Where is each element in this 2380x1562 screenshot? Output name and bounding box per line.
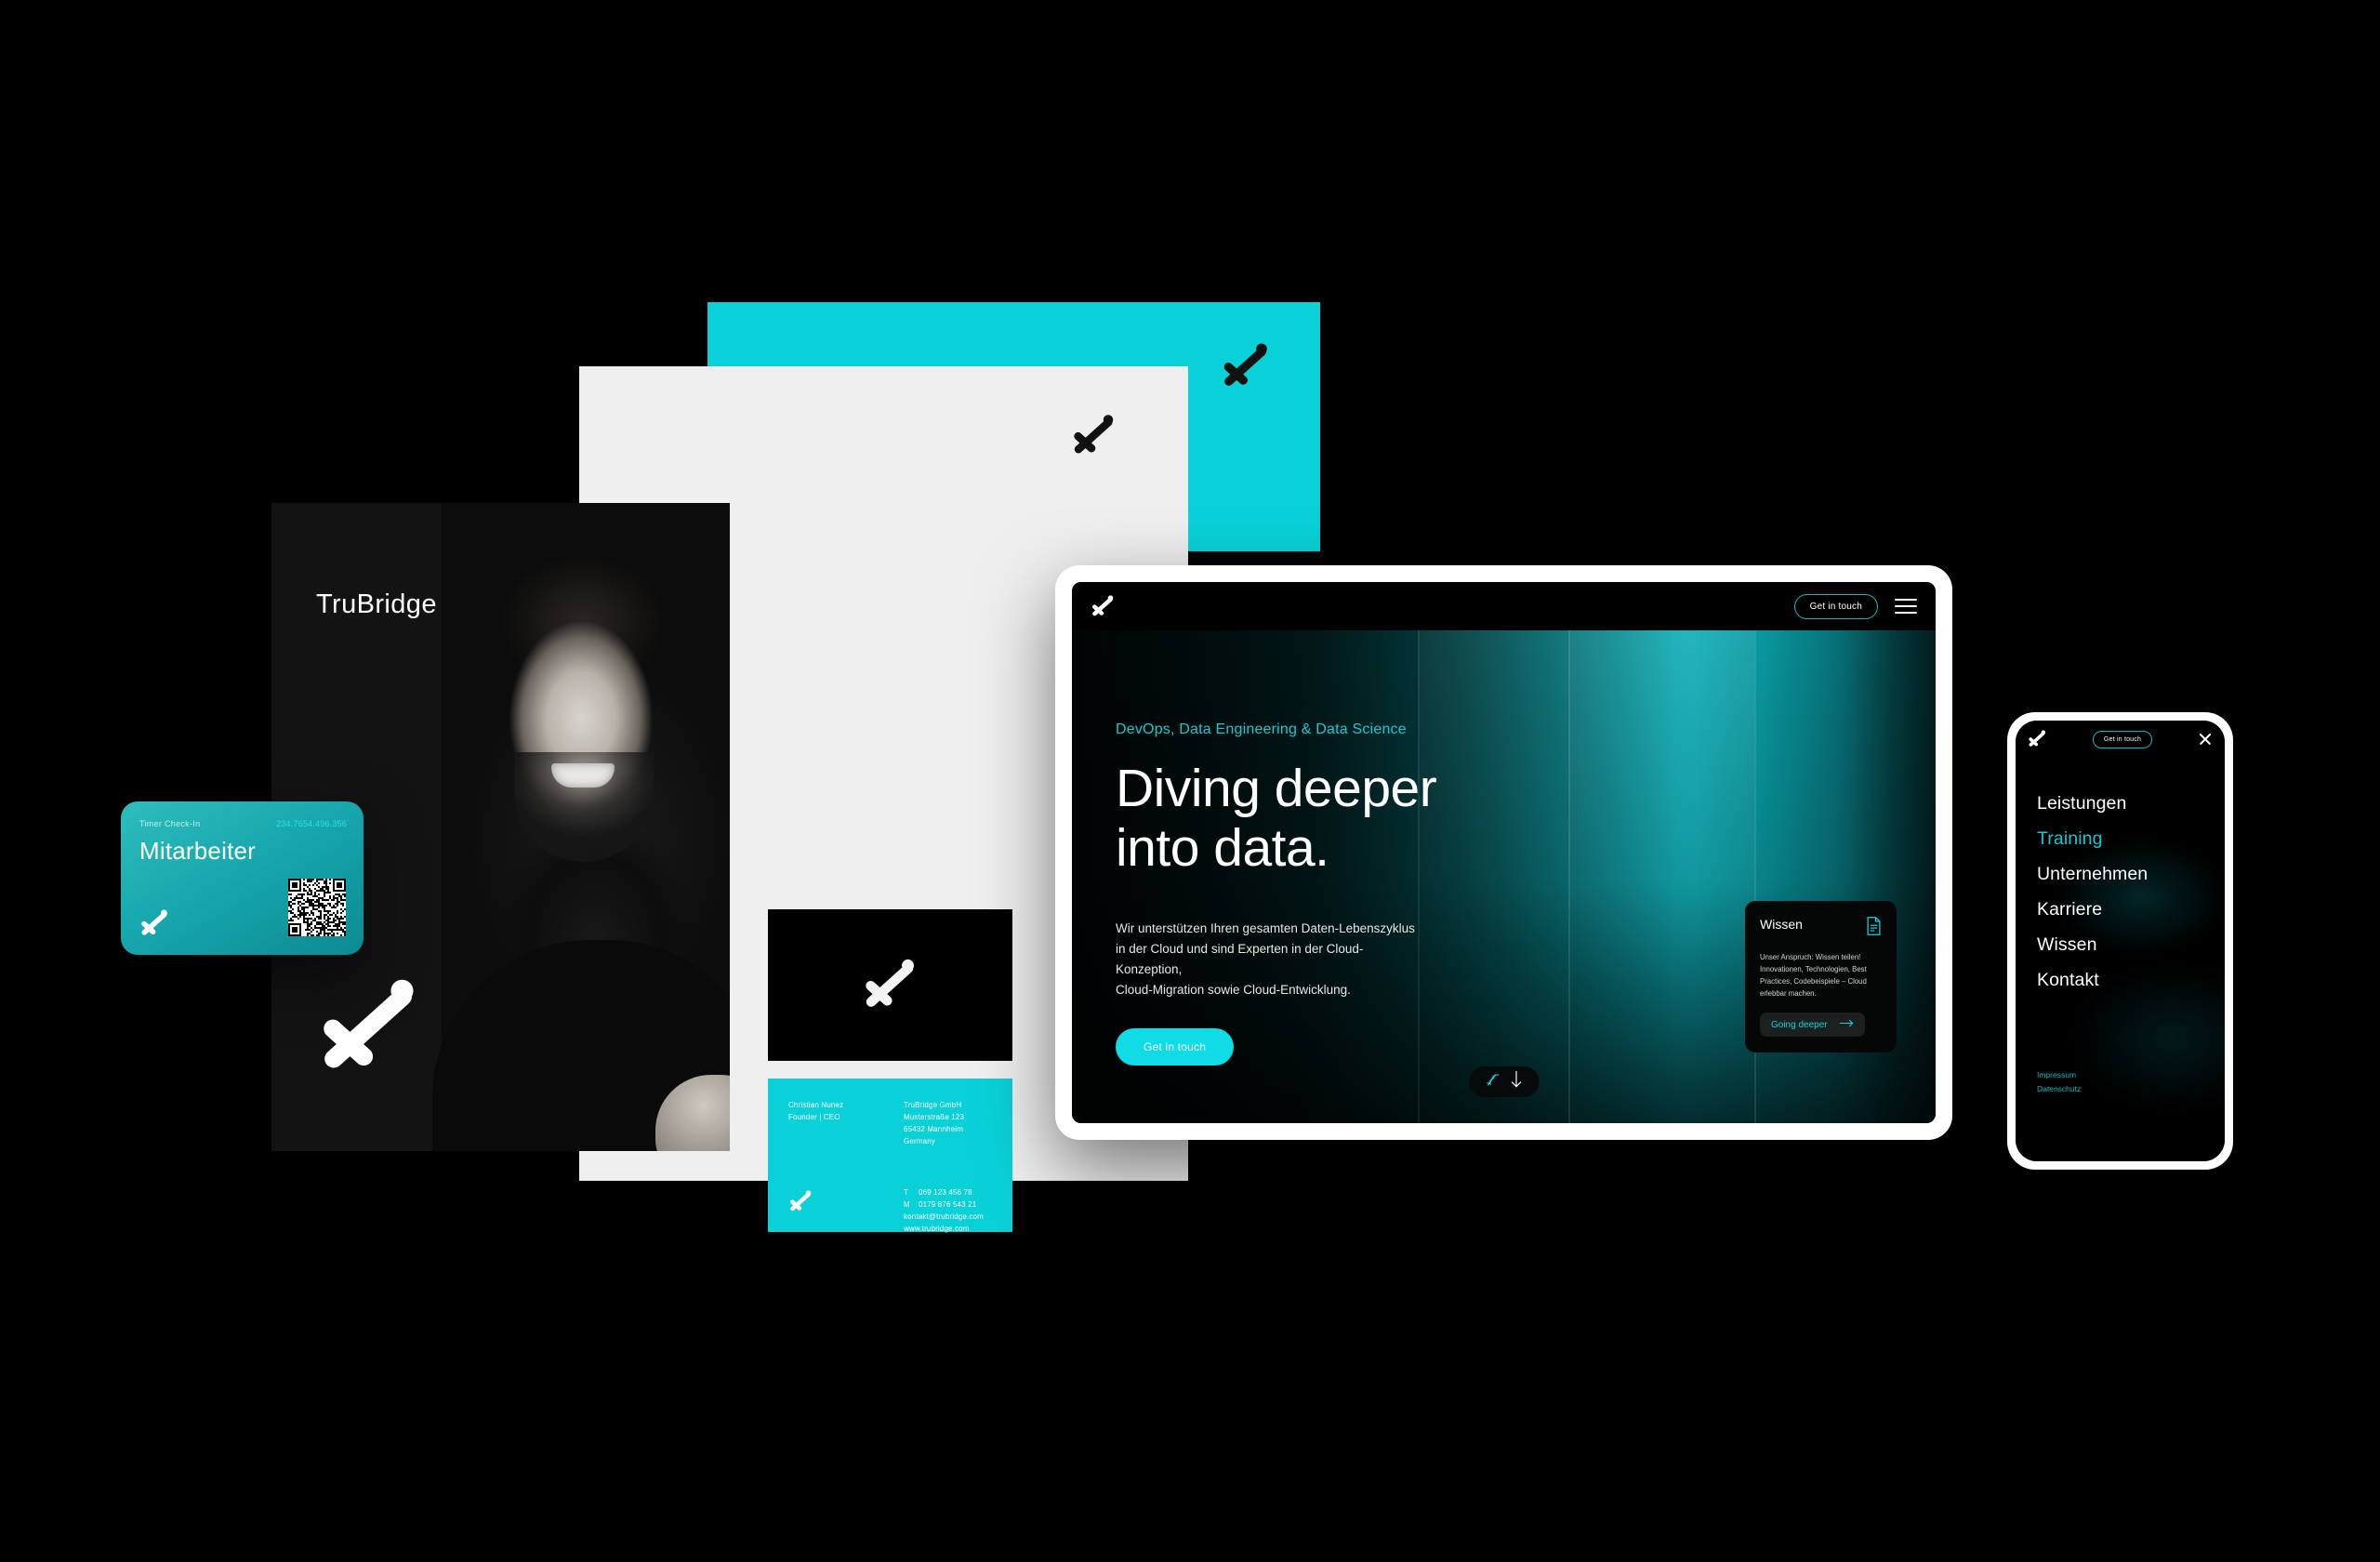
- page-title: TruBridge: [316, 589, 437, 619]
- phone-nav-item-unternehmen[interactable]: Unternehmen: [2037, 856, 2148, 892]
- company-country: Germany: [904, 1137, 935, 1145]
- wissen-body-line2: Innovationen, Technologien, Best: [1760, 965, 1867, 973]
- hero-body-line1: Wir unterstützen Ihren gesamten Daten-Le…: [1116, 921, 1415, 935]
- mobile-value: 0179 876 543 21: [919, 1200, 977, 1209]
- badge-label: Timer Check-In: [139, 819, 201, 828]
- wissen-card-body: Unser Anspruch: Wissen teilen! Innovatio…: [1760, 951, 1882, 999]
- wissen-card-header: Wissen: [1760, 917, 1882, 940]
- bg-band: [1417, 582, 1569, 1123]
- phone-screen: Get in touch Leistungen Training Unternehm…: [2016, 721, 2225, 1161]
- hero-get-in-touch-button[interactable]: Get in touch: [1116, 1028, 1235, 1066]
- badge-title: Mitarbeiter: [139, 837, 257, 865]
- phone-nav-item-wissen[interactable]: Wissen: [2037, 927, 2148, 962]
- hero-body-line2: in der Cloud und sind Experten in der Cl…: [1116, 942, 1364, 976]
- hero-body: Wir unterstützen Ihren gesamten Daten-Le…: [1116, 919, 1422, 1000]
- tablet-device-mockup: Get in touch DevOps, Data Engineering & …: [1055, 565, 1952, 1140]
- phone-nav-item-training[interactable]: Training: [2037, 821, 2148, 856]
- hero-headline-line1: Diving deeper: [1116, 759, 1437, 818]
- phone-device-mockup: Get in touch Leistungen Training Unternehm…: [2007, 712, 2233, 1170]
- mockup-stage: TruBridge Timer Check-In 234.7654.496.35…: [0, 0, 2380, 1562]
- phone-label: T: [904, 1188, 909, 1197]
- bg-band: [1568, 582, 1754, 1123]
- trubridge-x-mark-icon: [862, 959, 919, 1013]
- phone-footer-link-impressum[interactable]: Impressum: [2037, 1068, 2081, 1082]
- hamburger-menu-icon[interactable]: [1895, 599, 1917, 614]
- business-card-address: TruBridge GmbH Musterstraße 123 65432 Ma…: [904, 1099, 964, 1147]
- employee-checkin-card: Timer Check-In 234.7654.496.356 Mitarbei…: [121, 801, 364, 955]
- business-card-contact: T 069 123 456 78 M 0179 876 543 21 konta…: [904, 1186, 984, 1235]
- company-name: TruBridge GmbH: [904, 1101, 962, 1109]
- bg-band-line: [1568, 582, 1571, 1123]
- arrow-right-icon: [1839, 1019, 1854, 1030]
- phone-footer-link-datenschutz[interactable]: Datenschutz: [2037, 1082, 2081, 1096]
- wissen-card-title: Wissen: [1760, 917, 1803, 932]
- qr-code-icon: [288, 879, 346, 936]
- hero-headline-line2: into data.: [1116, 818, 1329, 878]
- hero-kicker: DevOps, Data Engineering & Data Science: [1116, 721, 1407, 737]
- trubridge-x-mark-icon[interactable]: [2028, 730, 2047, 748]
- trubridge-x-mark-icon[interactable]: [1091, 594, 1116, 618]
- mobile-label: M: [904, 1200, 910, 1209]
- trubridge-x-mark-icon: [1071, 413, 1117, 459]
- person-role: Founder | CEO: [788, 1113, 840, 1121]
- document-icon: [1866, 917, 1882, 940]
- squiggle-icon: [1486, 1071, 1502, 1092]
- phone-nav-menu: Leistungen Training Unternehmen Karriere Wis…: [2037, 786, 2148, 998]
- wissen-card[interactable]: Wissen Unser Anspruch: Wissen teilen! In…: [1745, 901, 1897, 1052]
- scroll-indicator[interactable]: [1469, 1066, 1539, 1097]
- badge-number: 234.7654.496.356: [276, 819, 347, 828]
- phone-footer-links: Impressum Datenschutz: [2037, 1068, 2081, 1096]
- phone-nav-item-kontakt[interactable]: Kontakt: [2037, 962, 2148, 998]
- phone-nav-item-karriere[interactable]: Karriere: [2037, 892, 2148, 927]
- get-in-touch-button[interactable]: Get in touch: [1793, 593, 1878, 619]
- wissen-body-line3: Practices, Codebeispiele – Cloud: [1760, 977, 1867, 986]
- wissen-body-line1: Unser Anspruch: Wissen teilen!: [1760, 953, 1861, 961]
- black-logo-card: [768, 909, 1012, 1061]
- mobile-row: M 0179 876 543 21: [904, 1198, 984, 1211]
- email-value: kontakt@trubridge.com: [904, 1212, 984, 1221]
- phone-row: T 069 123 456 78: [904, 1186, 984, 1198]
- phone-value: 069 123 456 78: [919, 1188, 972, 1197]
- phone-nav-item-leistungen[interactable]: Leistungen: [2037, 786, 2148, 821]
- company-city: 65432 Mannheim: [904, 1125, 963, 1133]
- close-icon[interactable]: [2198, 732, 2213, 747]
- hero-headline: Diving deeper into data.: [1116, 759, 1437, 878]
- trubridge-x-mark-icon: [139, 909, 170, 938]
- phone-header: Get in touch: [2016, 721, 2225, 758]
- going-deeper-label: Going deeper: [1771, 1019, 1828, 1030]
- trubridge-x-mark-icon: [316, 978, 424, 1079]
- trubridge-x-mark-icon: [788, 1190, 813, 1213]
- hero-body-line3: Cloud-Migration sowie Cloud-Entwicklung.: [1116, 983, 1351, 997]
- wissen-body-line4: erlebbar machen.: [1760, 989, 1817, 998]
- business-card-person: Christian Nunez Founder | CEO: [788, 1099, 843, 1123]
- person-name: Christian Nunez: [788, 1101, 844, 1109]
- going-deeper-link[interactable]: Going deeper: [1760, 1013, 1865, 1037]
- tablet-screen: Get in touch DevOps, Data Engineering & …: [1072, 582, 1936, 1123]
- company-street: Musterstraße 123: [904, 1113, 965, 1121]
- business-card: Christian Nunez Founder | CEO TruBridge …: [768, 1079, 1012, 1235]
- badge-card-header: Timer Check-In 234.7654.496.356: [139, 819, 347, 828]
- arrow-down-icon: [1511, 1071, 1523, 1092]
- hero-content: DevOps, Data Engineering & Data Science …: [1116, 721, 1437, 1066]
- site-header: Get in touch: [1072, 582, 1936, 630]
- portrait-smile: [551, 763, 615, 788]
- portrait-photo: [432, 503, 730, 1151]
- phone-get-in-touch-button[interactable]: Get in touch: [2092, 730, 2153, 748]
- trubridge-x-mark-icon: [1221, 341, 1272, 392]
- header-actions: Get in touch: [1793, 593, 1917, 619]
- website-value: www.trubridge.com: [904, 1224, 970, 1233]
